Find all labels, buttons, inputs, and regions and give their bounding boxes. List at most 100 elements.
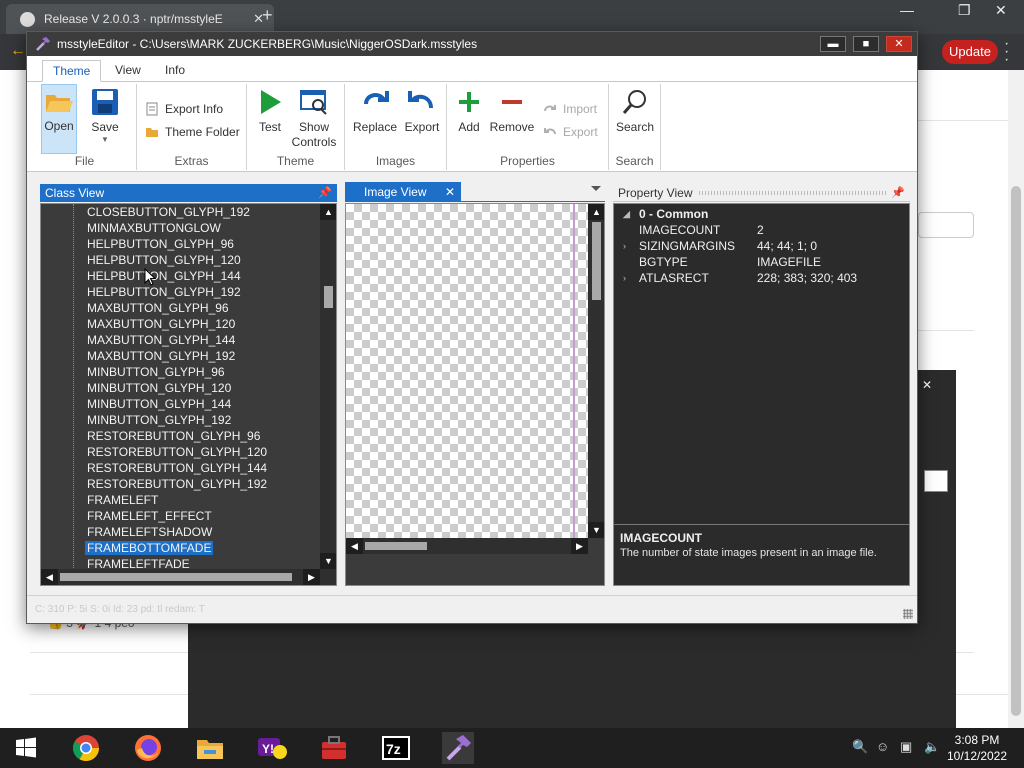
export-image-button[interactable]: Export: [401, 84, 443, 135]
image-view-dropdown-icon[interactable]: [591, 186, 601, 191]
image-scroll-right-arrow-icon[interactable]: ▶: [571, 538, 588, 554]
class-view-header[interactable]: Class View 📌: [40, 184, 337, 202]
replace-button[interactable]: Replace: [351, 84, 399, 135]
class-tree-item[interactable]: MINBUTTON_GLYPH_192: [41, 412, 321, 428]
image-view-vscroll-thumb[interactable]: [592, 222, 601, 300]
property-row[interactable]: IMAGECOUNT 2: [614, 222, 909, 238]
toolbox-icon[interactable]: [318, 732, 350, 764]
collapse-arrow-icon[interactable]: ◢: [623, 206, 630, 222]
theme-folder-button[interactable]: Theme Folder: [145, 122, 240, 142]
browser-menu-icon[interactable]: · · ·: [1004, 36, 1009, 68]
class-tree-item[interactable]: MINMAXBUTTONGLOW: [41, 220, 321, 236]
class-tree-item[interactable]: MINBUTTON_GLYPH_96: [41, 364, 321, 380]
property-view-header[interactable]: Property View 📌: [613, 184, 910, 202]
browser-scrollbar[interactable]: [1008, 70, 1024, 728]
image-view-hscrollbar[interactable]: ◀ ▶: [346, 538, 588, 554]
property-value[interactable]: 44; 44; 1; 0: [757, 238, 817, 254]
class-tree-item[interactable]: HELPBUTTON_GLYPH_144: [41, 268, 321, 284]
new-tab-button[interactable]: +: [262, 5, 273, 26]
class-tree-item[interactable]: RESTOREBUTTON_GLYPH_120: [41, 444, 321, 460]
image-scroll-down-arrow-icon[interactable]: ▼: [588, 522, 604, 538]
property-value[interactable]: 228; 383; 320; 403: [757, 270, 857, 286]
scroll-left-arrow-icon[interactable]: ◀: [41, 569, 58, 585]
browser-update-button[interactable]: Update: [942, 40, 998, 64]
class-view-tree[interactable]: CLOSEBUTTON_GLYPH_192 MINMAXBUTTONGLOW HEL…: [40, 203, 337, 586]
save-button[interactable]: Save ▼: [85, 84, 125, 145]
network-tray-icon[interactable]: ▣: [900, 739, 912, 755]
browser-scrollbar-thumb[interactable]: [1011, 186, 1021, 716]
class-tree-item[interactable]: FRAMELEFTSHADOW: [41, 524, 321, 540]
image-view-vscrollbar[interactable]: ▲ ▼: [588, 204, 604, 538]
yahoo-messenger-icon[interactable]: Y!: [256, 732, 288, 764]
search-button[interactable]: Search: [613, 84, 657, 135]
property-row[interactable]: › SIZINGMARGINS 44; 44; 1; 0: [614, 238, 909, 254]
scroll-up-arrow-icon[interactable]: ▲: [320, 204, 336, 220]
tab-view[interactable]: View: [105, 60, 151, 82]
class-tree-item[interactable]: MAXBUTTON_GLYPH_192: [41, 348, 321, 364]
class-tree-item[interactable]: MAXBUTTON_GLYPH_120: [41, 316, 321, 332]
class-tree-item[interactable]: MINBUTTON_GLYPH_120: [41, 380, 321, 396]
browser-restore-icon[interactable]: ❐: [958, 2, 971, 19]
property-value[interactable]: 2: [757, 222, 764, 238]
tab-info[interactable]: Info: [155, 60, 195, 82]
class-tree-item[interactable]: RESTOREBUTTON_GLYPH_96: [41, 428, 321, 444]
resize-grip-icon[interactable]: [903, 609, 913, 619]
page-dropdown[interactable]: [918, 212, 974, 238]
background-window-close-icon[interactable]: ✕: [922, 378, 932, 392]
class-tree-item[interactable]: FRAMELEFT_EFFECT: [41, 508, 321, 524]
export-info-button[interactable]: Export Info: [145, 99, 223, 119]
7zip-icon[interactable]: 7z: [380, 732, 412, 764]
search-tray-icon[interactable]: 🔍: [852, 739, 868, 755]
add-property-button[interactable]: Add: [453, 84, 485, 135]
browser-minimize-icon[interactable]: —: [900, 2, 914, 18]
class-view-vscroll-thumb[interactable]: [324, 286, 333, 308]
minimize-button[interactable]: ▬: [820, 36, 846, 52]
class-tree-item[interactable]: MAXBUTTON_GLYPH_96: [41, 300, 321, 316]
class-tree-item[interactable]: HELPBUTTON_GLYPH_96: [41, 236, 321, 252]
image-view-hscroll-thumb[interactable]: [365, 542, 427, 550]
image-view-close-icon[interactable]: ✕: [445, 182, 455, 202]
remove-property-button[interactable]: Remove: [489, 84, 535, 135]
chrome-icon[interactable]: [70, 732, 102, 764]
show-controls-button[interactable]: Show Controls: [289, 84, 339, 150]
import-property-button[interactable]: Import: [543, 99, 597, 119]
pin-icon[interactable]: 📌: [318, 184, 332, 202]
class-tree-item[interactable]: FRAMEBOTTOMFADE: [41, 540, 321, 556]
volume-tray-icon[interactable]: 🔈: [924, 739, 940, 755]
background-window-field[interactable]: [924, 470, 948, 492]
property-value[interactable]: IMAGEFILE: [757, 254, 821, 270]
property-pin-icon[interactable]: 📌: [891, 184, 905, 202]
browser-close-icon[interactable]: ✕: [995, 2, 1007, 19]
browser-tab[interactable]: Release V 2.0.0.3 · nptr/msstyleE ✕: [6, 4, 274, 34]
close-button[interactable]: ✕: [886, 36, 912, 52]
scroll-right-arrow-icon[interactable]: ▶: [303, 569, 320, 585]
property-group-row[interactable]: ◢ 0 - Common: [614, 206, 909, 222]
save-dropdown-icon[interactable]: ▼: [85, 135, 125, 145]
export-property-button[interactable]: Export: [543, 122, 598, 142]
tab-theme[interactable]: Theme: [42, 60, 102, 82]
windows-start-icon[interactable]: [10, 732, 42, 764]
msstyleeditor-taskbar-icon[interactable]: [442, 732, 474, 764]
file-explorer-icon[interactable]: [194, 732, 226, 764]
image-scroll-up-arrow-icon[interactable]: ▲: [588, 204, 604, 220]
class-view-hscrollbar[interactable]: ◀ ▶: [41, 569, 336, 585]
scroll-down-arrow-icon[interactable]: ▼: [320, 553, 336, 569]
image-scroll-left-arrow-icon[interactable]: ◀: [346, 538, 363, 554]
taskbar-clock[interactable]: 3:08 PM 10/12/2022: [944, 732, 1010, 764]
expand-arrow-icon[interactable]: ›: [623, 238, 626, 254]
test-button[interactable]: Test: [253, 84, 287, 135]
class-view-hscroll-thumb[interactable]: [60, 573, 292, 581]
class-tree-item[interactable]: HELPBUTTON_GLYPH_192: [41, 284, 321, 300]
expand-arrow-icon[interactable]: ›: [623, 270, 626, 286]
image-view-canvas[interactable]: ▲ ▼ ◀ ▶: [345, 203, 605, 586]
emoji-tray-icon[interactable]: ☺: [876, 739, 889, 754]
image-view-tab[interactable]: Image View ✕: [345, 182, 461, 202]
class-tree-item[interactable]: FRAMELEFT: [41, 492, 321, 508]
property-row[interactable]: BGTYPE IMAGEFILE: [614, 254, 909, 270]
firefox-icon[interactable]: [132, 732, 164, 764]
class-tree-item[interactable]: MAXBUTTON_GLYPH_144: [41, 332, 321, 348]
property-row[interactable]: › ATLASRECT 228; 383; 320; 403: [614, 270, 909, 286]
window-titlebar[interactable]: msstyleEditor - C:\Users\MARK ZUCKERBERG…: [27, 32, 917, 56]
class-tree-item[interactable]: RESTOREBUTTON_GLYPH_192: [41, 476, 321, 492]
open-button[interactable]: Open: [41, 84, 77, 154]
